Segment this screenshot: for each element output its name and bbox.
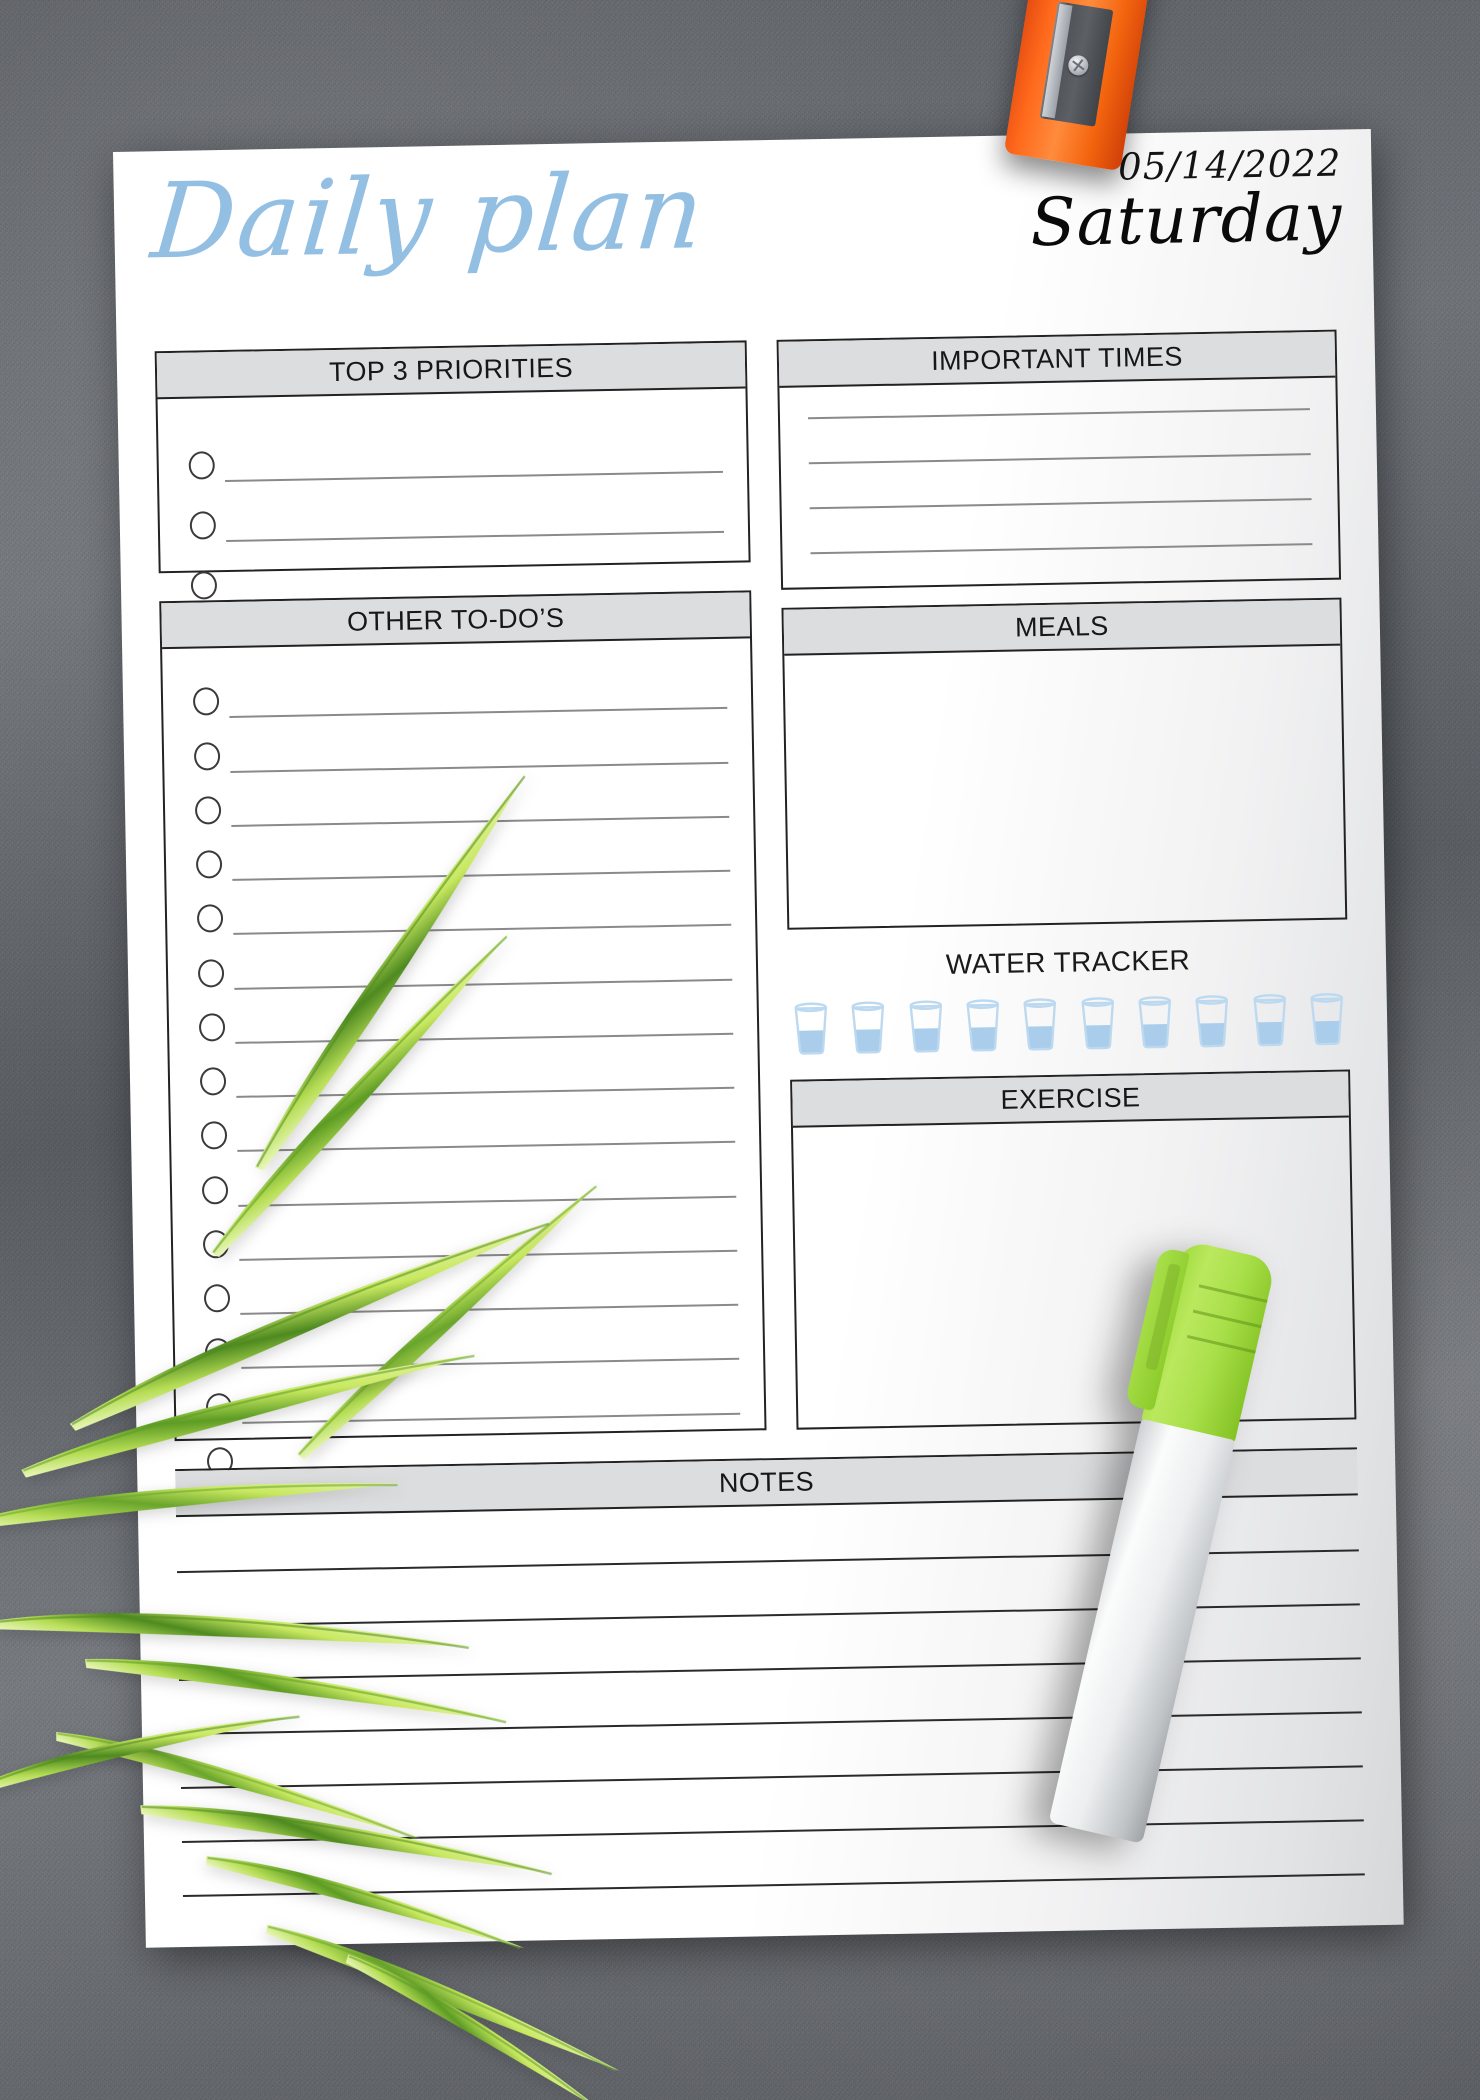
write-line[interactable] [810,543,1313,555]
write-line[interactable] [807,408,1310,420]
pen-ring [1186,1334,1256,1354]
section-meals: MEALS [781,597,1348,930]
water-glass-icon[interactable] [1133,993,1178,1050]
checkbox-circle-icon[interactable] [188,451,216,480]
checkbox-circle-icon[interactable] [196,904,224,933]
water-glass-icon[interactable] [1075,994,1120,1051]
checkbox-circle-icon[interactable] [194,795,222,825]
water-glass-icon[interactable] [846,998,891,1055]
checkbox-circle-icon[interactable] [197,958,225,988]
water-glass-icon[interactable] [903,997,948,1054]
section-top-priorities: TOP 3 PRIORITIES [154,340,751,602]
section-exercise: EXERCISE [790,1069,1357,1430]
page-title: Daily plan [147,150,711,283]
pen-ring [1192,1309,1262,1329]
list-item[interactable] [159,472,748,543]
section-header-water-tracker: WATER TRACKER [945,944,1191,980]
weekday-text: Saturday [1029,178,1344,262]
section-water-tracker: WATER TRACKER [788,942,1350,1080]
water-glass-icon[interactable] [961,996,1006,1053]
water-glass-icon[interactable] [1018,995,1063,1052]
water-glass-icon[interactable] [1305,990,1350,1047]
plant-leaves [0,772,620,2100]
checkbox-circle-icon[interactable] [193,741,221,771]
write-line[interactable] [808,453,1311,465]
pen-ring [1198,1284,1268,1303]
water-glass-row[interactable] [789,989,1350,1055]
plant-leaf [0,1440,406,1567]
top-priorities-rows[interactable] [158,388,749,602]
plant-leaf [0,1709,310,1794]
write-line[interactable] [809,498,1312,510]
checkbox-circle-icon[interactable] [192,687,220,716]
list-item[interactable] [158,412,747,483]
sharpener-screw [1066,53,1090,77]
water-glass-icon[interactable] [789,999,834,1056]
water-glass-icon[interactable] [1190,992,1235,1049]
checkbox-circle-icon[interactable] [195,850,223,879]
meals-area[interactable] [784,646,1345,930]
section-important-times: IMPORTANT TIMES [776,329,1342,590]
checkbox-circle-icon[interactable] [189,511,217,540]
important-times-rows[interactable] [779,378,1339,590]
water-glass-icon[interactable] [1247,991,1292,1048]
checkbox-circle-icon[interactable] [190,571,218,600]
